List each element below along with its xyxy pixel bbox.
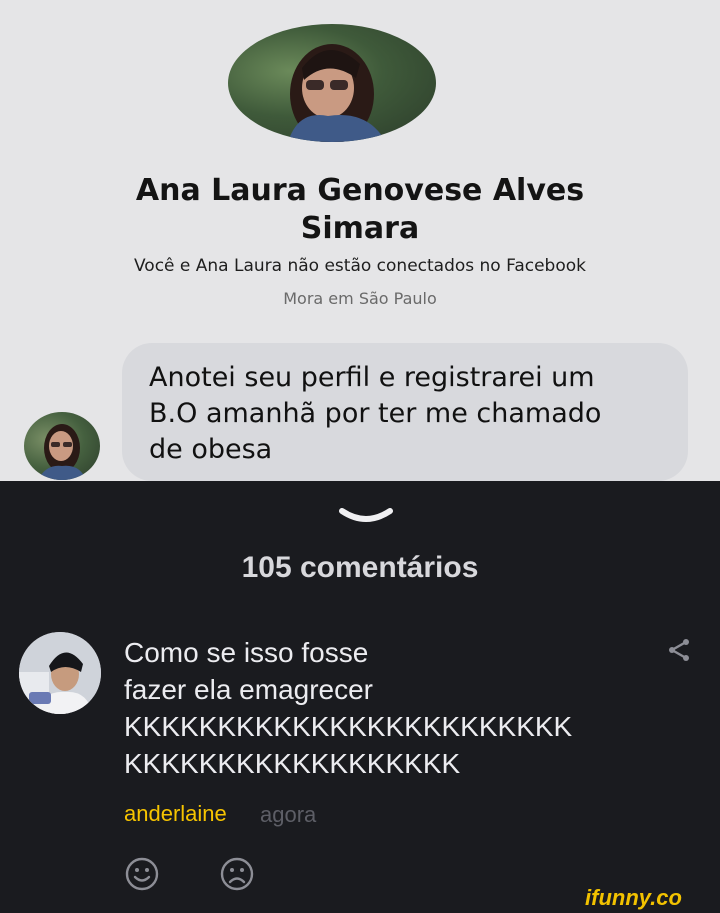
comment-username[interactable]: anderlaine	[124, 801, 227, 827]
profile-avatar	[228, 24, 436, 142]
avatar[interactable]	[19, 632, 101, 714]
frown-icon[interactable]	[219, 856, 255, 892]
ifunny-logo: ifunny.co	[585, 885, 682, 910]
profile-name: Ana Laura Genovese Alves Simara	[135, 173, 585, 246]
smile-icon[interactable]	[124, 856, 160, 892]
comment-text: Como se isso fosse fazer ela emagrecer K…	[124, 637, 573, 779]
comments-count: 105 comentários	[241, 551, 479, 584]
connection-status: Você e Ana Laura não estão conectados no…	[133, 256, 586, 276]
share-icon[interactable]	[666, 637, 692, 663]
message-text: Anotei seu perfil e registrarei um B.O a…	[149, 362, 602, 465]
message-avatar	[24, 412, 100, 480]
chevron-down-icon[interactable]	[336, 505, 396, 529]
post-image: Ana Laura Genovese Alves Simara Você e A…	[0, 0, 720, 481]
comment-time: agora	[260, 802, 317, 827]
profile-location: Mora em São Paulo	[283, 289, 437, 308]
